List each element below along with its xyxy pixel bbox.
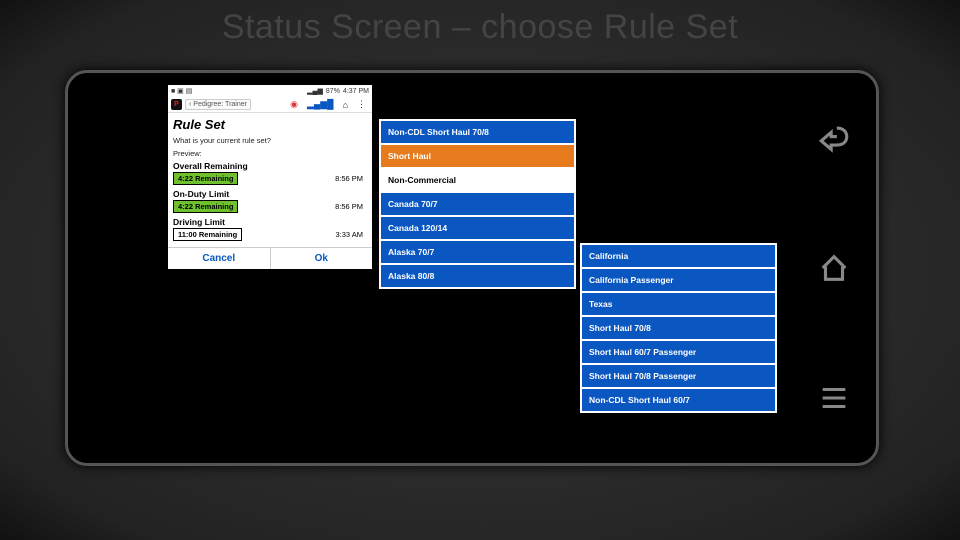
rule-option[interactable]: Canada 120/14 [381,217,574,241]
app-header: P ‹ Pedigree: Trainer ◉ ▂▄▆█ ⌂ ⋮ [168,97,372,113]
breadcrumb[interactable]: ‹ Pedigree: Trainer [185,99,251,110]
rule-option[interactable]: Non-CDL Short Haul 70/8 [381,121,574,145]
preview-label: Preview: [168,147,372,160]
rule-option[interactable]: California [582,245,775,269]
back-icon[interactable] [817,121,851,155]
metric-overall-time: 8:56 PM [335,174,363,183]
slide-title: Status Screen – choose Rule Set [0,0,960,47]
metric-driving-time: 3:33 AM [335,230,363,239]
android-statusbar: ■ ▣ ▤ ▂▄▆ 87% 4:37 PM [168,85,372,97]
phone-screen: ■ ▣ ▤ ▂▄▆ 87% 4:37 PM P ‹ Pedigree: Trai… [168,85,796,451]
cancel-button[interactable]: Cancel [168,248,271,269]
kebab-menu-icon[interactable]: ⋮ [357,99,366,110]
ruleset-list-2: California California Passenger Texas Sh… [580,243,777,413]
phone-hw-buttons [806,73,862,463]
metric-driving-badge: 11:00 Remaining [173,228,242,241]
signal-bars-icon: ▂▄▆█ [307,99,334,110]
rule-option[interactable]: Alaska 70/7 [381,241,574,265]
metric-overall-badge: 4:22 Remaining [173,172,238,185]
metric-onduty-time: 8:56 PM [335,202,363,211]
home-hw-icon[interactable] [817,251,851,285]
rule-option[interactable]: Canada 70/7 [381,193,574,217]
metric-onduty-badge: 4:22 Remaining [173,200,238,213]
metric-overall-name: Overall Remaining [173,161,367,171]
rule-option[interactable]: Alaska 80/8 [381,265,574,287]
rule-option[interactable]: Non-CDL Short Haul 60/7 [582,389,775,411]
recent-apps-icon[interactable] [817,381,851,415]
panel-title: Rule Set [168,113,372,134]
rule-option[interactable]: Short Haul 60/7 Passenger [582,341,775,365]
rule-option[interactable]: Short Haul 70/8 Passenger [582,365,775,389]
rule-option[interactable]: Texas [582,293,775,317]
alert-icon[interactable]: ◉ [290,99,298,110]
metric-driving-name: Driving Limit [173,217,367,227]
phone-frame: ■ ▣ ▤ ▂▄▆ 87% 4:37 PM P ‹ Pedigree: Trai… [65,70,879,466]
rule-option[interactable]: California Passenger [582,269,775,293]
clock: 4:37 PM [343,88,369,95]
rule-option[interactable]: Short Haul 70/8 [582,317,775,341]
signal-icon: ▂▄▆ [307,87,323,95]
rule-option-selected[interactable]: Short Haul [381,145,574,169]
ruleset-list-1: Non-CDL Short Haul 70/8 Short Haul Non-C… [379,119,576,289]
battery-text: 87% [326,88,340,95]
metric-onduty-name: On-Duty Limit [173,189,367,199]
app-logo-icon: P [171,99,182,110]
panel-question: What is your current rule set? [168,134,372,147]
ok-button[interactable]: Ok [271,248,373,269]
metric-overall: Overall Remaining 4:22 Remaining 8:56 PM [168,160,372,188]
metric-driving: Driving Limit 11:00 Remaining 3:33 AM [168,216,372,244]
metric-onduty: On-Duty Limit 4:22 Remaining 8:56 PM [168,188,372,216]
ruleset-panel: ■ ▣ ▤ ▂▄▆ 87% 4:37 PM P ‹ Pedigree: Trai… [168,85,372,269]
rule-option[interactable]: Non-Commercial [381,169,574,193]
statusbar-left-icons: ■ ▣ ▤ [171,87,192,95]
home-icon[interactable]: ⌂ [343,100,348,110]
